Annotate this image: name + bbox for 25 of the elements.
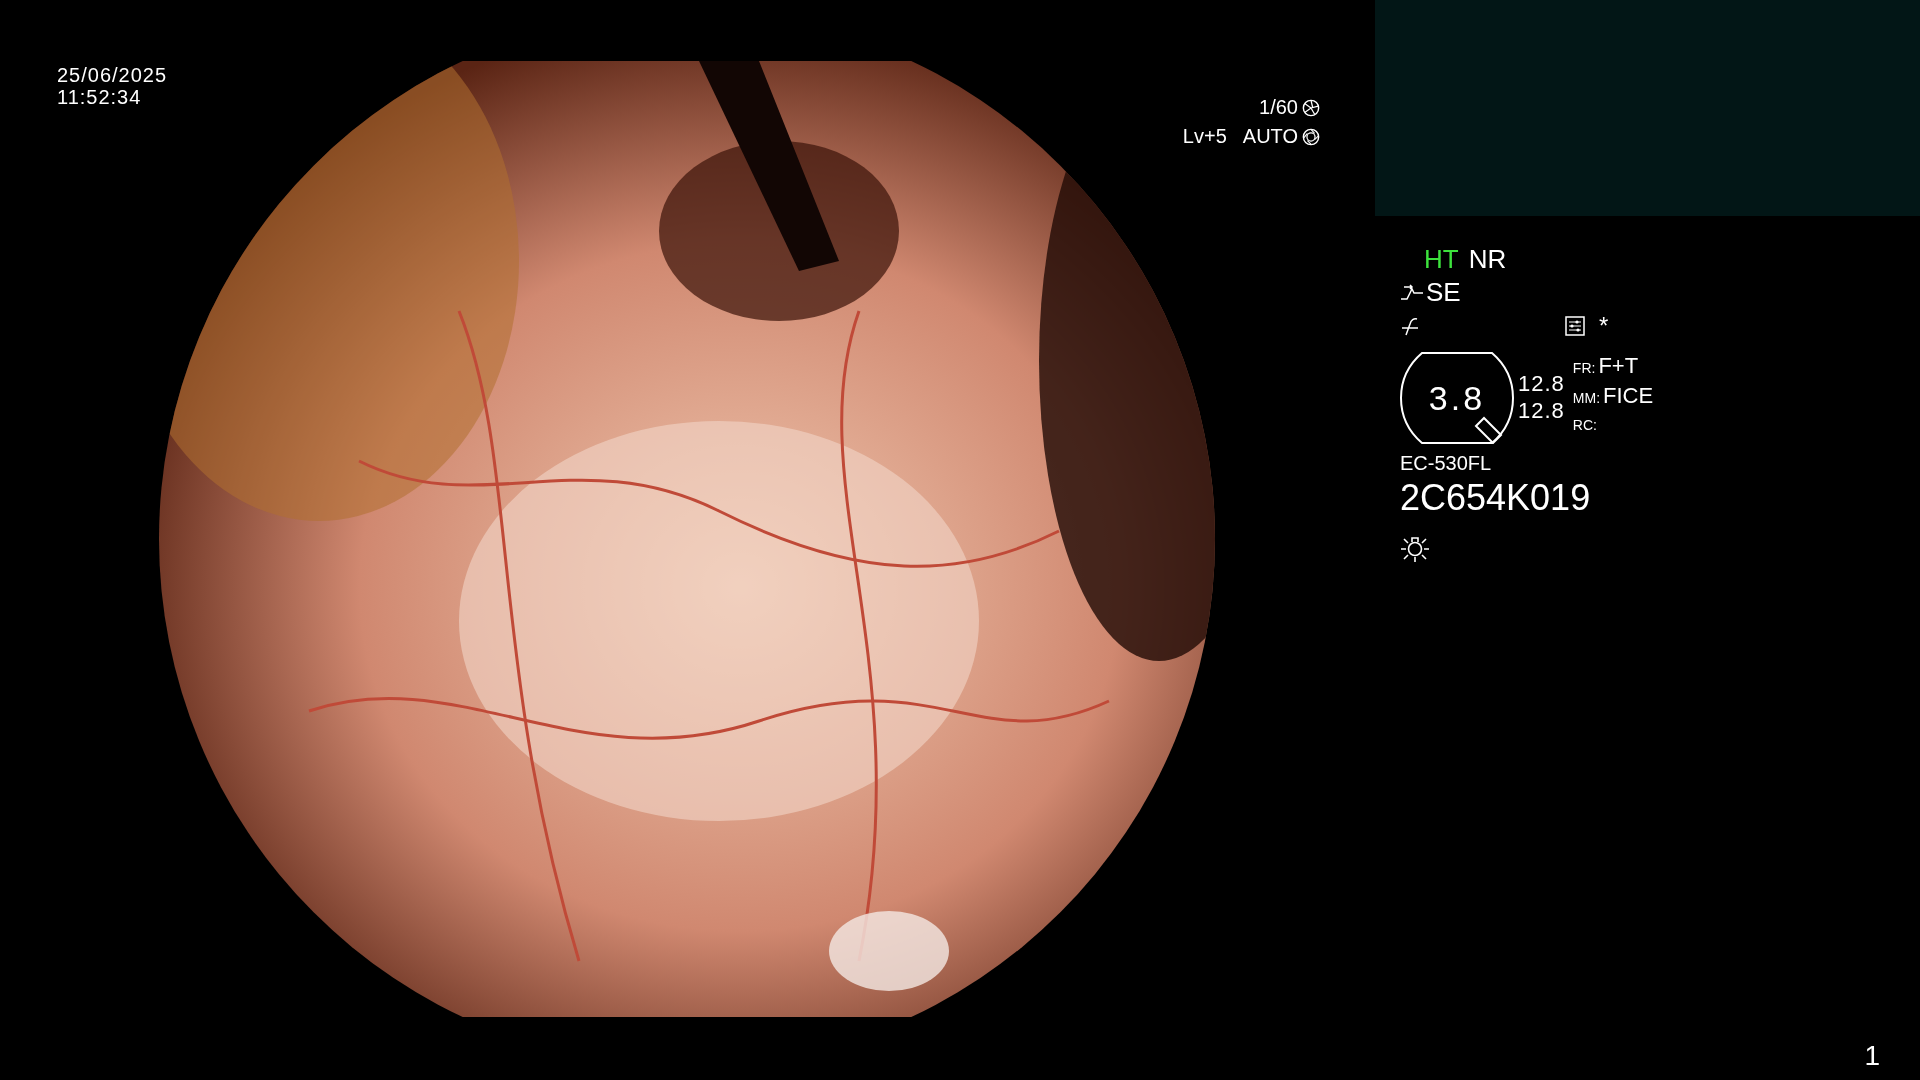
shutter-icon — [1302, 98, 1320, 117]
mode-text: AUTO — [1242, 125, 1298, 148]
shutter-text: 1/60 — [1259, 96, 1298, 119]
curve-icon — [1400, 282, 1424, 303]
reading-text: 12.8 — [1518, 397, 1565, 424]
level-text: Lv+5 — [1182, 125, 1227, 148]
reading-text: 12.8 — [1518, 370, 1565, 397]
sliders-icon — [1565, 316, 1585, 336]
setting-label: FR: — [1572, 359, 1596, 378]
zoom-gauge-icon — [1400, 352, 1514, 444]
setting-label: MM: — [1572, 389, 1601, 408]
setting-label: RC: — [1572, 416, 1597, 435]
enhancement-text: SE — [1426, 277, 1461, 308]
serial-number: 2C654K019 — [1400, 477, 1591, 519]
scope-model: EC-530FL — [1400, 452, 1492, 475]
asterisk-text: * — [1599, 312, 1609, 340]
setting-value: F+T — [1598, 352, 1639, 379]
page-number: 1 — [1864, 1040, 1880, 1072]
mode-label: HT — [1424, 244, 1459, 275]
zoom-value: 3.8 — [1428, 378, 1486, 418]
mode-label: NR — [1468, 244, 1507, 275]
aperture-icon — [1302, 127, 1320, 146]
setting-value: FICE — [1603, 382, 1654, 409]
time-text: 11:52:34 — [57, 86, 143, 108]
date-text: 25/06/2025 — [57, 64, 168, 86]
